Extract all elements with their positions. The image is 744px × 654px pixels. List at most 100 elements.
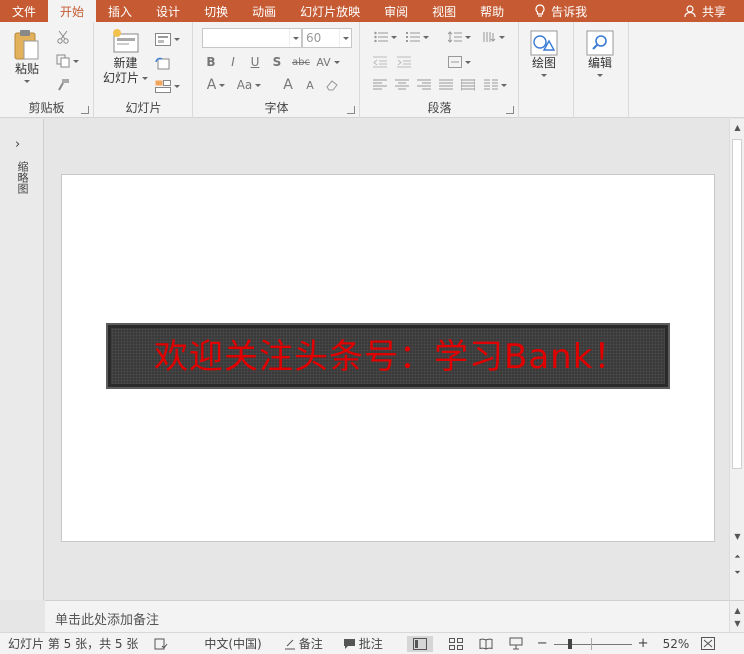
clear-format-button[interactable] [324,76,340,94]
font-size-dropdown[interactable] [339,29,351,47]
scroll-down-icon[interactable]: ▼ [732,618,743,629]
paintbrush-icon [58,79,69,91]
chevron-down-icon [173,84,180,88]
chevron-right-icon[interactable]: › [15,137,20,152]
language-indicator[interactable]: 中文(中国) [204,635,261,652]
editing-button[interactable]: 编辑 [586,30,614,77]
layout-button[interactable] [153,30,181,48]
tab-review[interactable]: 审阅 [372,0,420,22]
paste-button[interactable]: 粘贴 [12,28,42,83]
tab-view[interactable]: 视图 [420,0,468,22]
tab-help[interactable]: 帮助 [468,0,516,22]
numbering-button[interactable] [403,28,431,46]
font-size-combo[interactable]: 60 [302,28,352,48]
thumbnail-pane[interactable]: › 缩略图 [0,119,44,600]
format-painter-button[interactable] [54,76,72,94]
fit-to-window-icon [701,637,716,650]
accessibility-icon[interactable] [154,637,168,651]
tell-me-box[interactable]: 告诉我 [516,0,595,22]
chevron-down-icon [342,36,349,40]
copy-button[interactable] [54,52,80,70]
bold-button[interactable]: B [203,53,219,71]
tab-transitions[interactable]: 切换 [192,0,240,22]
bullets-button[interactable] [371,28,399,46]
align-left-button[interactable] [371,76,389,94]
font-color-label: A [206,77,217,93]
increase-indent-button[interactable] [395,53,413,71]
section-button[interactable] [153,77,181,95]
indent-icon [397,56,411,68]
scrollbar-thumb[interactable] [732,139,742,469]
align-center-button[interactable] [393,76,411,94]
tab-file[interactable]: 文件 [0,0,48,22]
new-slide-button[interactable]: 新建 幻灯片 [103,28,149,86]
copy-icon [56,54,69,68]
chevron-down-icon [422,35,429,39]
decrease-indent-button[interactable] [371,53,389,71]
tab-slideshow[interactable]: 幻灯片放映 [288,0,372,22]
paste-label: 粘贴 [14,62,39,76]
distributed-button[interactable] [459,76,477,94]
comment-icon [343,638,355,649]
zoom-level[interactable]: 52% [663,637,690,651]
chevron-down-icon [541,74,547,77]
slide-canvas[interactable]: 欢迎关注头条号：学习Bank！ [61,174,715,542]
justify-button[interactable] [437,76,455,94]
font-launcher-icon[interactable] [347,106,355,114]
group-font: 60 B I U S abc AV A Aa A A 字体 [194,22,360,118]
cut-button[interactable] [54,28,72,46]
change-case-button[interactable]: Aa [234,76,264,94]
reading-view-button[interactable] [479,638,493,650]
comments-button[interactable]: 批注 [343,635,383,652]
font-name-combo[interactable] [202,28,302,48]
led-banner[interactable]: 欢迎关注头条号：学习Bank！ [106,323,670,389]
font-name-dropdown[interactable] [289,29,301,47]
notes-button-label: 备注 [298,637,323,651]
zoom-slider-track [553,643,632,645]
previous-slide-icon[interactable]: ⏶ [732,551,743,562]
tab-design[interactable]: 设计 [144,0,192,22]
paragraph-launcher-icon[interactable] [506,106,514,114]
strikethrough-button[interactable]: abc [290,53,312,71]
chevron-down-icon [464,60,471,64]
tab-insert[interactable]: 插入 [96,0,144,22]
underline-button[interactable]: U [247,53,263,71]
align-text-button[interactable] [445,53,473,71]
text-direction-button[interactable] [479,28,507,46]
next-slide-icon[interactable]: ⏷ [732,567,743,578]
tab-home[interactable]: 开始 [48,0,97,22]
scroll-up-icon[interactable]: ▲ [732,122,743,133]
numbering-icon [405,32,420,42]
grow-font-button[interactable]: A [280,76,296,94]
slide-sorter-button[interactable] [448,637,463,650]
italic-button[interactable]: I [225,53,241,71]
align-right-button[interactable] [415,76,433,94]
columns-button[interactable] [481,76,509,94]
drawing-button[interactable]: 绘图 [530,30,558,77]
group-paragraph: 段落 [361,22,519,118]
scroll-up-icon[interactable]: ▲ [732,605,743,616]
char-spacing-button[interactable]: AV [314,53,342,71]
tab-animations[interactable]: 动画 [240,0,288,22]
normal-view-button[interactable] [406,635,433,652]
fit-slide-button[interactable] [701,637,716,650]
normal-view-icon [412,637,427,650]
notes-button[interactable]: 备注 [284,635,323,652]
slideshow-button[interactable] [509,637,523,650]
zoom-slider-thumb[interactable] [567,638,572,649]
vertical-scrollbar[interactable]: ▲ ▼ ⏶ ⏷ [729,119,744,600]
reset-slide-button[interactable] [153,54,171,72]
zoom-in-icon[interactable]: + [638,636,649,651]
share-button[interactable]: 共享 [676,0,744,22]
slide-count: 幻灯片 第 5 张，共 5 张 [8,637,139,651]
shadow-button[interactable]: S [269,53,285,71]
scroll-down-icon[interactable]: ▼ [732,531,743,542]
notes-pane[interactable]: 单击此处添加备注 [45,600,729,632]
clipboard-launcher-icon[interactable] [81,106,89,114]
line-spacing-button[interactable] [445,28,473,46]
shrink-font-button[interactable]: A [302,76,318,94]
zoom-slider[interactable] [553,637,632,650]
zoom-out-icon[interactable]: − [537,636,548,651]
font-color-button[interactable]: A [203,76,229,94]
notes-scrollbar[interactable]: ▲ ▼ [729,600,744,632]
